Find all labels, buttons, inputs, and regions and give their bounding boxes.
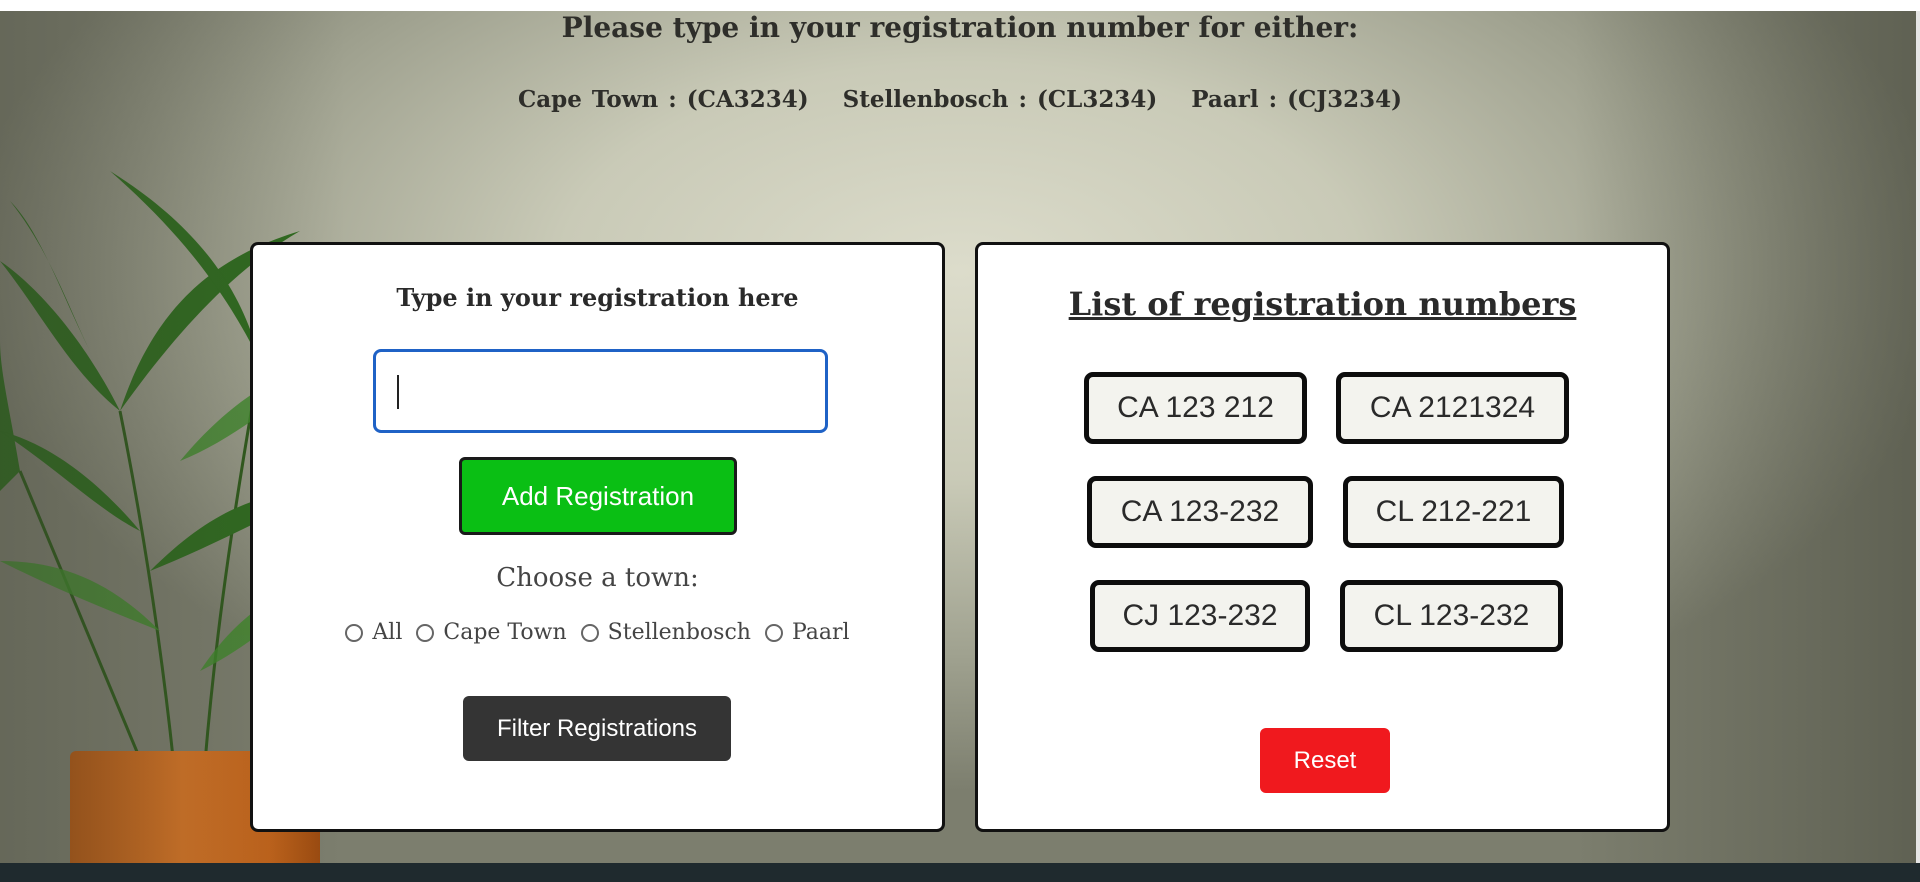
radio-cape-town[interactable] (416, 623, 435, 642)
radio-label-cape-town: Cape Town (443, 620, 567, 645)
town-code-cape-town: Cape Town : (CA3234) (517, 86, 809, 113)
reset-button[interactable]: Reset (1260, 728, 1390, 793)
form-title: Type in your registration here (396, 283, 799, 312)
radio-option-paarl[interactable]: Paarl (764, 620, 850, 645)
text-caret (397, 375, 399, 409)
plate-item[interactable]: CL 212-221 (1343, 476, 1564, 548)
registration-list-card: List of registration numbers CA 123 212 … (975, 242, 1670, 832)
plate-item[interactable]: CA 123-232 (1087, 476, 1313, 548)
page-title: Please type in your registration number … (561, 11, 1359, 44)
plate-item[interactable]: CL 123-232 (1340, 580, 1563, 652)
radio-stellenbosch[interactable] (580, 623, 599, 642)
filter-registrations-button[interactable]: Filter Registrations (463, 696, 731, 761)
radio-label-stellenbosch: Stellenbosch (607, 620, 751, 645)
registration-input[interactable] (373, 349, 828, 433)
town-radio-group: All Cape Town Stellenbosch Paarl (253, 620, 942, 645)
radio-option-cape-town[interactable]: Cape Town (416, 620, 567, 645)
radio-option-stellenbosch[interactable]: Stellenbosch (580, 620, 751, 645)
plate-item[interactable]: CA 2121324 (1336, 372, 1569, 444)
radio-label-paarl: Paarl (791, 620, 850, 645)
town-code-stellenbosch: Stellenbosch : (CL3234) (842, 86, 1158, 113)
choose-town-label: Choose a town: (496, 563, 699, 593)
plate-item[interactable]: CJ 123-232 (1090, 580, 1310, 652)
add-registration-button[interactable]: Add Registration (459, 457, 737, 535)
scrollbar-track[interactable] (1916, 11, 1920, 863)
registration-form-card: Type in your registration here Add Regis… (250, 242, 945, 832)
radio-label-all: All (372, 620, 403, 645)
list-title: List of registration numbers (1068, 285, 1577, 323)
radio-paarl[interactable] (764, 623, 783, 642)
plate-item[interactable]: CA 123 212 (1084, 372, 1307, 444)
taskbar-strip (0, 863, 1920, 882)
town-codes: Cape Town : (CA3234) Stellenbosch : (CL3… (0, 86, 1920, 113)
radio-option-all[interactable]: All (345, 620, 402, 645)
town-code-paarl: Paarl : (CJ3234) (1191, 86, 1403, 113)
radio-all[interactable] (345, 623, 364, 642)
